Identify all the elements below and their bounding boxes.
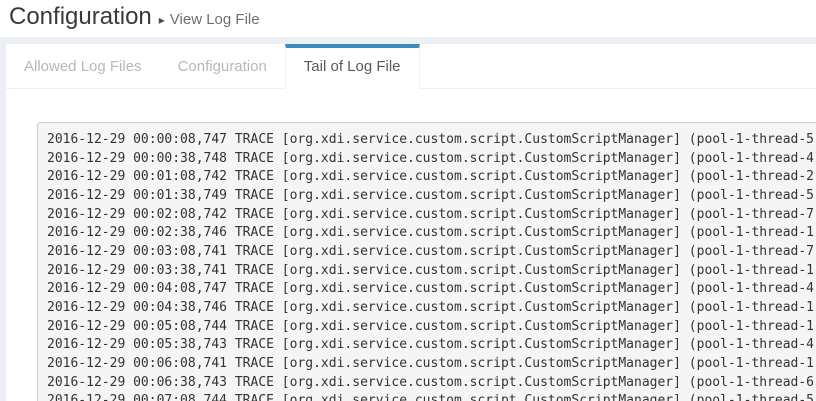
log-line: 2016-12-29 00:03:38,741 TRACE [org.xdi.s…: [47, 262, 816, 281]
log-output[interactable]: 2016-12-29 00:00:08,747 TRACE [org.xdi.s…: [37, 122, 816, 401]
caret-right-icon: ▸: [159, 13, 165, 27]
log-line: 2016-12-29 00:02:38,746 TRACE [org.xdi.s…: [47, 224, 816, 243]
page-title: Configuration: [9, 0, 152, 34]
log-line: 2016-12-29 00:02:08,742 TRACE [org.xdi.s…: [47, 206, 816, 225]
tab-configuration[interactable]: Configuration: [160, 44, 285, 88]
tab-content: 2016-12-29 00:00:08,747 TRACE [org.xdi.s…: [6, 89, 816, 401]
tab-tail-of-log-file[interactable]: Tail of Log File: [285, 44, 420, 89]
log-line: 2016-12-29 00:05:08,744 TRACE [org.xdi.s…: [47, 318, 816, 337]
log-line: 2016-12-29 00:05:38,743 TRACE [org.xdi.s…: [47, 336, 816, 355]
tab-allowed-log-files[interactable]: Allowed Log Files: [6, 44, 160, 88]
log-line: 2016-12-29 00:00:38,748 TRACE [org.xdi.s…: [47, 150, 816, 169]
log-line: 2016-12-29 00:01:38,749 TRACE [org.xdi.s…: [47, 187, 816, 206]
app-root: Configuration ▸ View Log File Allowed Lo…: [0, 0, 816, 401]
tab-box: Allowed Log FilesConfigurationTail of Lo…: [6, 44, 816, 401]
log-line: 2016-12-29 00:01:08,742 TRACE [org.xdi.s…: [47, 168, 816, 187]
tab-bar: Allowed Log FilesConfigurationTail of Lo…: [6, 44, 816, 89]
log-line: 2016-12-29 00:06:08,741 TRACE [org.xdi.s…: [47, 355, 816, 374]
log-line: 2016-12-29 00:03:08,741 TRACE [org.xdi.s…: [47, 243, 816, 262]
breadcrumb-current: View Log File: [170, 11, 260, 28]
log-line: 2016-12-29 00:00:08,747 TRACE [org.xdi.s…: [47, 131, 816, 150]
log-line: 2016-12-29 00:06:38,743 TRACE [org.xdi.s…: [47, 374, 816, 393]
log-line: 2016-12-29 00:04:08,747 TRACE [org.xdi.s…: [47, 280, 816, 299]
log-line: 2016-12-29 00:07:08,744 TRACE [org.xdi.s…: [47, 392, 816, 401]
content-area: Allowed Log FilesConfigurationTail of Lo…: [0, 37, 816, 401]
log-line: 2016-12-29 00:04:38,746 TRACE [org.xdi.s…: [47, 299, 816, 318]
page-header: Configuration ▸ View Log File: [0, 0, 816, 37]
